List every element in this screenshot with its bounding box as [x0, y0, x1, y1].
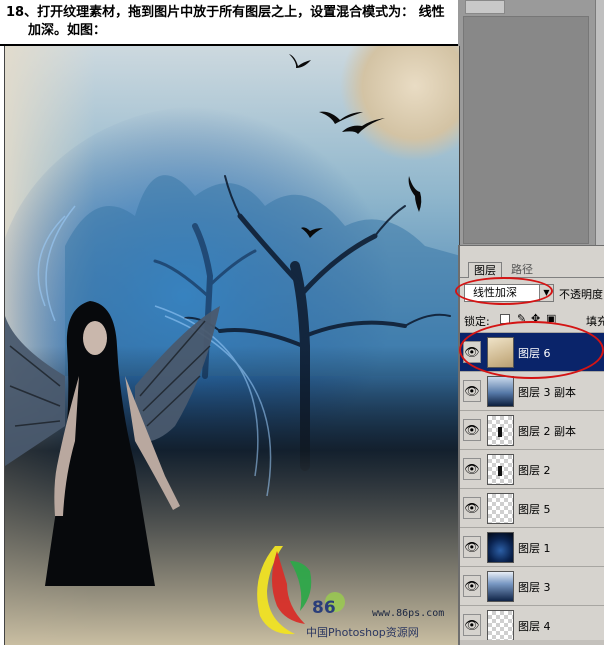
eye-icon[interactable]: 👁	[463, 380, 481, 402]
eye-icon[interactable]: 👁	[463, 536, 481, 558]
workspace-panel-tab[interactable]	[465, 0, 505, 14]
layer-thumbnail	[487, 532, 514, 563]
workspace-panel-area	[463, 16, 589, 244]
layer-row[interactable]: 👁 图层 1	[460, 527, 604, 566]
layer-name: 图层 5	[518, 503, 551, 516]
blend-mode-highlight	[455, 277, 553, 305]
layers-palette: 图层 路径 线性加深 ▼ 不透明度 锁定: ✎ ✥ ▣ 填充 👁 图层 6 👁 …	[458, 245, 604, 645]
palette-bottom-bar	[460, 640, 604, 645]
watermark-site-url: www.86ps.com	[372, 608, 445, 619]
layer-thumbnail	[487, 376, 514, 407]
workspace-scrollbar[interactable]	[595, 0, 604, 245]
selected-layer-highlight	[459, 321, 604, 379]
layer-thumbnail	[487, 493, 514, 524]
layer-thumbnail	[487, 415, 514, 446]
palette-tabs: 图层 路径	[460, 262, 604, 278]
caption-line-2: 加深。如图：	[28, 23, 107, 38]
layer-row[interactable]: 👁 图层 2	[460, 449, 604, 488]
tutorial-caption: 18、打开纹理素材，拖到图片中放于所有图层之上，设置混合模式为： 线性 加深。如…	[0, 0, 458, 46]
caption-line-1: 18、打开纹理素材，拖到图片中放于所有图层之上，设置混合模式为： 线性	[6, 5, 445, 20]
eye-icon[interactable]: 👁	[463, 458, 481, 480]
eye-icon[interactable]: 👁	[463, 575, 481, 597]
eye-icon[interactable]: 👁	[463, 614, 481, 636]
layer-row[interactable]: 👁 图层 4	[460, 605, 604, 644]
layer-row[interactable]: 👁 图层 3	[460, 566, 604, 605]
layer-thumbnail	[487, 571, 514, 602]
layer-name: 图层 2	[518, 464, 551, 477]
opacity-label: 不透明度	[559, 288, 603, 301]
layer-row[interactable]: 👁 图层 2 副本	[460, 410, 604, 449]
layer-name: 图层 1	[518, 542, 551, 555]
fill-label: 填充	[586, 315, 604, 328]
eye-icon[interactable]: 👁	[463, 419, 481, 441]
layer-thumbnail	[487, 454, 514, 485]
layer-thumbnail	[487, 610, 514, 641]
figure-silhouette	[498, 427, 502, 437]
layer-name: 图层 3 副本	[518, 386, 576, 399]
artwork-image	[5, 46, 459, 645]
watermark-cn-text: 中国Photoshop资源网	[306, 626, 419, 639]
layer-name: 图层 4	[518, 620, 551, 633]
tab-layers[interactable]: 图层	[468, 262, 502, 278]
figure-silhouette	[498, 466, 502, 476]
eye-icon[interactable]: 👁	[463, 497, 481, 519]
layer-name: 图层 3	[518, 581, 551, 594]
image-canvas	[4, 46, 460, 645]
layer-row[interactable]: 👁 图层 5	[460, 488, 604, 527]
watermark-number: 86	[312, 598, 336, 618]
tab-paths[interactable]: 路径	[506, 262, 538, 278]
layer-name: 图层 2 副本	[518, 425, 576, 438]
